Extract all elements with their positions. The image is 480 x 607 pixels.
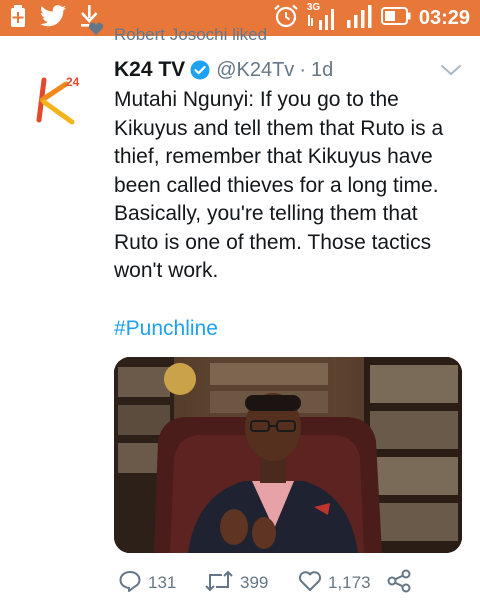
reply-button[interactable]: 131 — [118, 566, 176, 600]
tweet-text: Mutahi Ngunyi: If you go to the Kikuyus … — [114, 88, 444, 282]
heart-outline-icon — [298, 570, 322, 597]
reply-count: 131 — [148, 573, 177, 592]
k24-logo-icon: 24 — [36, 75, 80, 125]
tweet-header: K24 TV @K24Tv · 1d — [114, 56, 333, 84]
tweet-time[interactable]: 1d — [311, 59, 333, 82]
retweet-icon — [204, 570, 234, 597]
twitter-icon — [40, 4, 66, 32]
tweet-actions: 131 399 1,173 — [0, 566, 480, 600]
status-bar-right: 3G 03:29 — [273, 2, 470, 33]
social-context-text: Robert Josochi liked — [114, 25, 268, 42]
retweet-button[interactable]: 399 — [204, 566, 268, 600]
signal-3g-icon: 3G — [307, 2, 337, 30]
heart-icon — [88, 22, 104, 41]
social-context[interactable]: Robert Josochi liked — [88, 22, 267, 42]
retweet-count: 399 — [240, 573, 269, 592]
author-name[interactable]: K24 TV — [114, 58, 185, 82]
status-bar-left — [10, 4, 98, 32]
share-button[interactable] — [386, 566, 412, 600]
chevron-down-icon[interactable] — [440, 62, 462, 78]
battery-icon — [380, 6, 411, 30]
separator-dot: · — [299, 58, 306, 81]
svg-text:24: 24 — [66, 75, 80, 89]
status-time: 03:29 — [418, 6, 470, 29]
share-icon — [386, 569, 412, 598]
like-count: 1,173 — [328, 573, 371, 592]
photo-image — [114, 357, 462, 553]
verified-badge-icon — [190, 60, 210, 80]
hashtag-link[interactable]: #Punchline — [114, 317, 218, 341]
signal-icon — [345, 4, 373, 33]
avatar[interactable]: 24 — [22, 62, 98, 138]
tweet-media-photo[interactable] — [114, 357, 462, 553]
battery-saver-icon — [10, 4, 26, 32]
reply-icon — [118, 570, 142, 597]
alarm-icon — [273, 4, 299, 33]
author-handle[interactable]: @K24Tv — [216, 59, 294, 82]
like-button[interactable]: 1,173 — [298, 566, 371, 600]
